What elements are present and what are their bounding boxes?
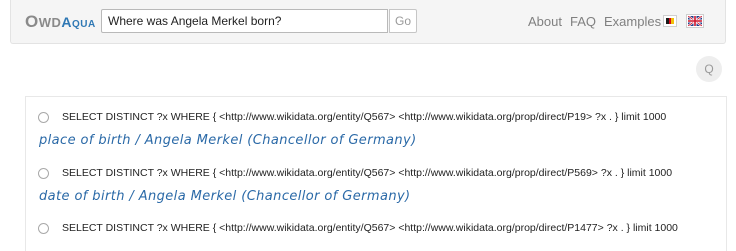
result-row[interactable]: SELECT DISTINCT ?x WHERE { <http://www.w… — [38, 167, 718, 180]
query-circle-button[interactable]: Q — [696, 56, 722, 82]
interpretation-label[interactable]: place of birth / Angela Merkel (Chancell… — [39, 133, 417, 148]
nav-about-link[interactable]: About — [528, 14, 562, 29]
sparql-query-text: SELECT DISTINCT ?x WHERE { <http://www.w… — [62, 222, 678, 234]
uk-flag-icon[interactable] — [686, 14, 704, 28]
result-radio-1[interactable] — [38, 112, 49, 123]
result-row[interactable]: SELECT DISTINCT ?x WHERE { <http://www.w… — [38, 111, 718, 124]
results-panel: SELECT DISTINCT ?x WHERE { <http://www.w… — [25, 96, 727, 251]
question-input[interactable] — [101, 9, 388, 33]
nav-links: About FAQ Examples — [528, 14, 661, 29]
result-radio-3[interactable] — [38, 223, 49, 234]
german-flag-icon[interactable] — [663, 15, 677, 27]
logo-letters-aqua: Aqua — [61, 14, 96, 30]
result-row[interactable]: SELECT DISTINCT ?x WHERE { <http://www.w… — [38, 222, 718, 235]
nav-examples-link[interactable]: Examples — [604, 14, 661, 29]
result-radio-2[interactable] — [38, 168, 49, 179]
go-button[interactable]: Go — [389, 9, 417, 33]
flag-stripe-gold — [671, 18, 675, 24]
interpretation-label[interactable]: date of birth / Angela Merkel (Chancello… — [39, 189, 411, 204]
sparql-query-text: SELECT DISTINCT ?x WHERE { <http://www.w… — [62, 167, 673, 179]
logo-letter-o: O — [25, 12, 39, 31]
logo-letters-wd: WD — [38, 15, 62, 30]
sparql-query-text: SELECT DISTINCT ?x WHERE { <http://www.w… — [62, 111, 667, 123]
nav-faq-link[interactable]: FAQ — [570, 14, 596, 29]
navbar: O WD Aqua Go About FAQ Examples — [10, 0, 726, 44]
wdaqua-logo[interactable]: O WD Aqua — [25, 13, 96, 33]
